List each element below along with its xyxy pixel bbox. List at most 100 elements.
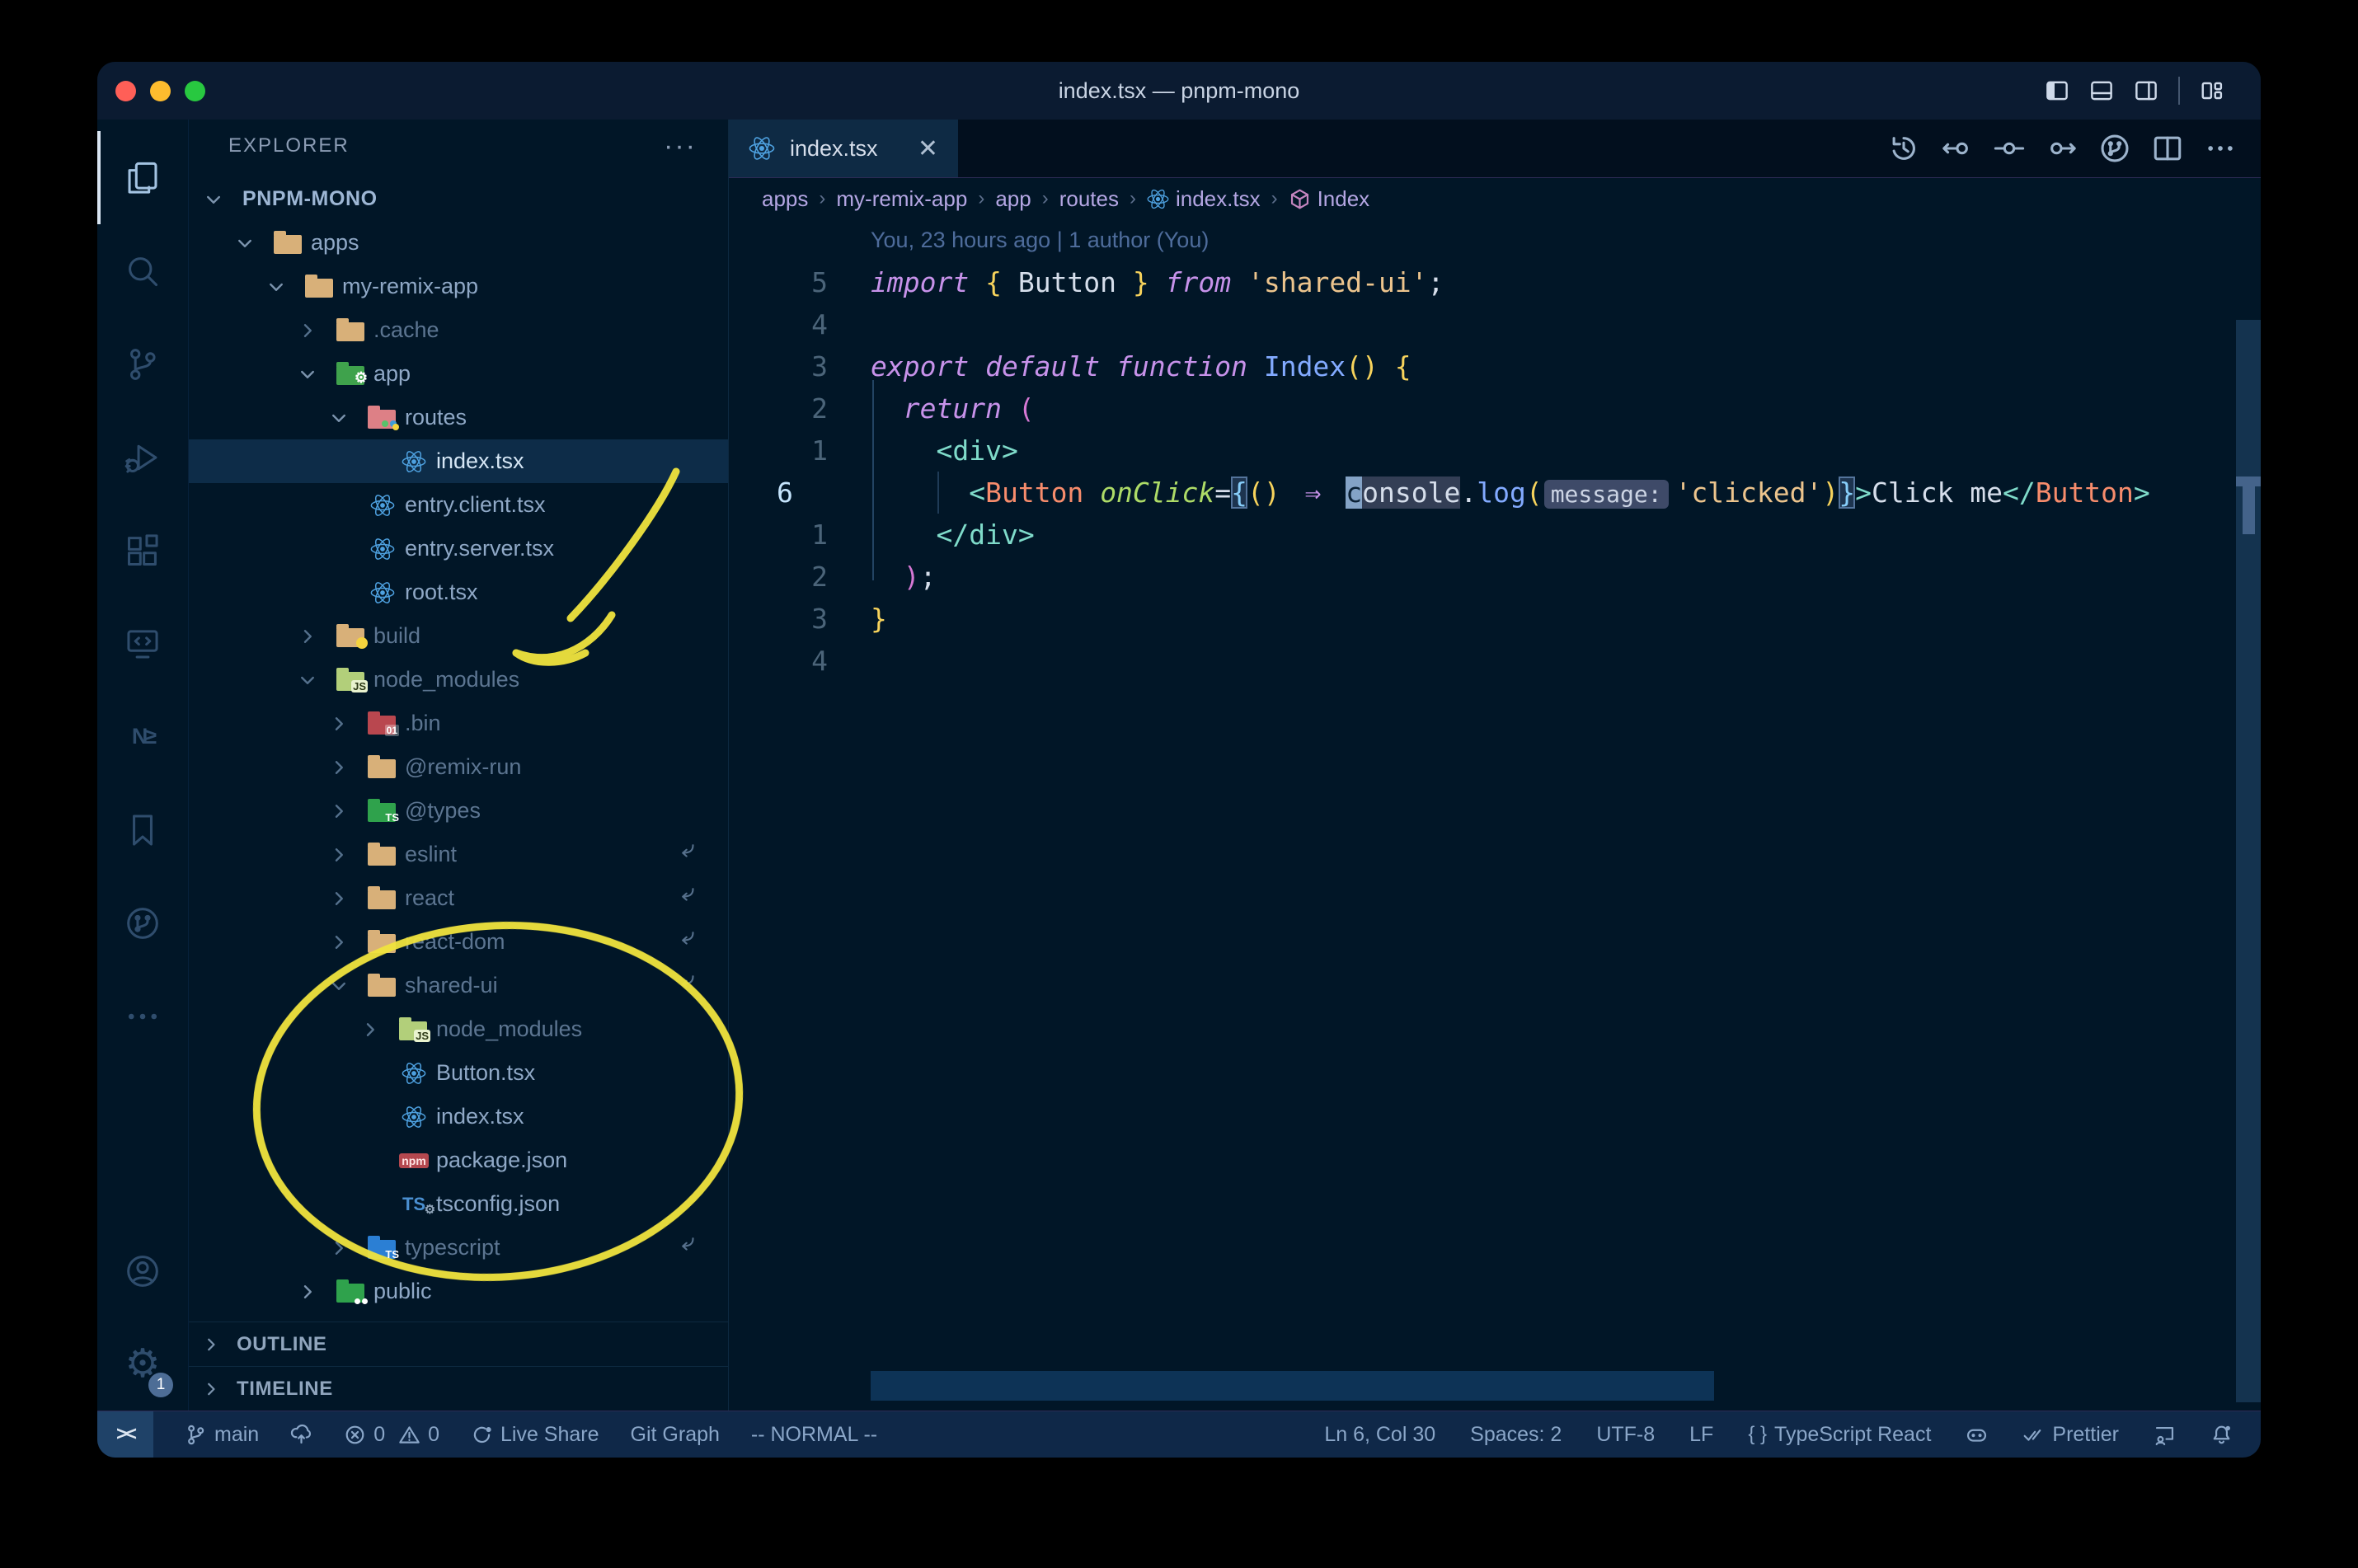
status-feedback[interactable] — [2154, 1424, 2176, 1446]
activity-item-more-views[interactable] — [97, 969, 188, 1063]
tree-item-shared-ui[interactable]: shared-ui — [189, 964, 728, 1007]
activity-item-bookmarks[interactable] — [97, 783, 188, 876]
more-icon[interactable] — [2205, 133, 2236, 164]
tree-item-index-tsx[interactable]: index.tsx — [189, 439, 728, 483]
status-git-graph[interactable]: Git Graph — [631, 1423, 720, 1447]
status-language[interactable]: { } TypeScript React — [1748, 1423, 1931, 1447]
chevron-down-icon[interactable] — [329, 408, 368, 428]
status-prettier[interactable]: Prettier — [2022, 1423, 2119, 1447]
activity-item-source-control[interactable] — [97, 317, 188, 411]
tree-item-build[interactable]: build — [189, 614, 728, 658]
chevron-right-icon[interactable] — [329, 932, 368, 952]
history-icon[interactable] — [1888, 133, 1919, 164]
tree-item-typescript[interactable]: TS typescript — [189, 1226, 728, 1270]
tree-item-package-json[interactable]: npm package.json — [189, 1138, 728, 1182]
chevron-down-icon[interactable] — [329, 976, 368, 996]
activity-item-git-graph[interactable] — [97, 876, 188, 969]
code-line[interactable]: 3 export default function Index() { — [729, 345, 2261, 387]
code-line[interactable]: 6 <Button onClick={() ⇒ console.log(mess… — [729, 472, 2261, 514]
breadcrumb-item-app[interactable]: app — [995, 186, 1031, 212]
close-window-button[interactable] — [115, 80, 136, 101]
code-line[interactable]: 3} — [729, 598, 2261, 640]
horizontal-scrollbar[interactable] — [871, 1371, 1714, 1401]
chevron-down-icon[interactable] — [235, 233, 274, 253]
status-copilot[interactable] — [1966, 1424, 1988, 1446]
tree-item--remix-run[interactable]: @remix-run — [189, 745, 728, 789]
tree-item-public[interactable]: public — [189, 1270, 728, 1313]
tree-item-routes[interactable]: routes — [189, 396, 728, 439]
status-indentation[interactable]: Spaces: 2 — [1470, 1423, 1562, 1447]
tree-item-button-tsx[interactable]: Button.tsx — [189, 1051, 728, 1095]
status-errors[interactable]: 0 — [344, 1423, 385, 1447]
tab-close-icon[interactable]: ✕ — [918, 134, 938, 163]
tree-item-entry-server-tsx[interactable]: entry.server.tsx — [189, 527, 728, 570]
split-icon[interactable] — [2152, 133, 2183, 164]
chevron-down-icon[interactable] — [298, 670, 336, 690]
tree-item-react-dom[interactable]: react-dom — [189, 920, 728, 964]
activity-item-extensions[interactable] — [97, 504, 188, 597]
activity-item-search[interactable] — [97, 224, 188, 317]
explorer-more-actions-icon[interactable]: ··· — [664, 132, 697, 160]
activity-item-explorer[interactable] — [97, 131, 188, 224]
tree-item-apps[interactable]: apps — [189, 221, 728, 265]
vertical-scrollbar[interactable] — [2236, 320, 2261, 1402]
status-sync[interactable] — [290, 1424, 312, 1446]
chevron-right-icon[interactable] — [298, 1282, 336, 1302]
breadcrumb-item-index[interactable]: Index — [1289, 186, 1369, 212]
tree-item-app[interactable]: ⚙ app — [189, 352, 728, 396]
tree-item-eslint[interactable]: eslint — [189, 833, 728, 876]
status-cursor-position[interactable]: Ln 6, Col 30 — [1324, 1423, 1435, 1447]
chevron-right-icon[interactable] — [329, 714, 368, 734]
status-eol[interactable]: LF — [1689, 1423, 1713, 1447]
chevron-right-icon[interactable] — [298, 321, 336, 340]
code-line[interactable]: 2 ); — [729, 556, 2261, 598]
status-notifications[interactable] — [2210, 1424, 2233, 1446]
breadcrumb-item-index-tsx[interactable]: index.tsx — [1147, 186, 1261, 212]
status-encoding[interactable]: UTF-8 — [1596, 1423, 1655, 1447]
gitgraph-icon[interactable] — [2099, 133, 2130, 164]
breadcrumb-item-routes[interactable]: routes — [1059, 186, 1119, 212]
tree-item-index-tsx[interactable]: index.tsx — [189, 1095, 728, 1138]
tree-item-react[interactable]: react — [189, 876, 728, 920]
code-line[interactable]: 2 return ( — [729, 387, 2261, 430]
sidebar-section-timeline[interactable]: TIMELINE — [189, 1366, 728, 1411]
chevron-right-icon[interactable] — [329, 889, 368, 908]
tree-item--cache[interactable]: .cache — [189, 308, 728, 352]
tree-item-entry-client-tsx[interactable]: entry.client.tsx — [189, 483, 728, 527]
commit-fwd-icon[interactable] — [2046, 133, 2078, 164]
chevron-right-icon[interactable] — [329, 801, 368, 821]
status-branch[interactable]: main — [185, 1423, 259, 1447]
breadcrumb-item-my-remix-app[interactable]: my-remix-app — [836, 186, 967, 212]
layout-custom-icon[interactable] — [2200, 78, 2224, 103]
tab-index-tsx[interactable]: index.tsx ✕ — [729, 120, 958, 177]
chevron-right-icon[interactable] — [329, 1238, 368, 1258]
tree-item--bin[interactable]: 01 .bin — [189, 702, 728, 745]
tree-item-pnpm-mono[interactable]: PNPM-MONO — [189, 177, 728, 221]
tree-item--types[interactable]: TS @types — [189, 789, 728, 833]
chevron-right-icon[interactable] — [329, 845, 368, 865]
chevron-down-icon[interactable] — [266, 277, 305, 297]
code-line[interactable]: 5 import { Button } from 'shared-ui'; — [729, 261, 2261, 303]
code-line[interactable]: 1 <div> — [729, 430, 2261, 472]
status-vim-mode[interactable]: -- NORMAL -- — [751, 1423, 877, 1447]
tree-item-node-modules[interactable]: JS node_modules — [189, 1007, 728, 1051]
chevron-down-icon[interactable] — [204, 190, 242, 209]
code-line[interactable]: 4 — [729, 640, 2261, 682]
maximize-window-button[interactable] — [185, 80, 205, 101]
code-line[interactable]: You, 23 hours ago | 1 author (You) — [729, 219, 2261, 261]
activity-item-accounts[interactable] — [97, 1224, 188, 1317]
code-line[interactable]: 1 </div> — [729, 514, 2261, 556]
code-line[interactable]: 4 — [729, 303, 2261, 345]
sidebar-section-outline[interactable]: OUTLINE — [189, 1322, 728, 1366]
remote-indicator[interactable]: >< — [97, 1411, 153, 1458]
commit-back-icon[interactable] — [1941, 133, 1972, 164]
commit-icon[interactable] — [1994, 133, 2025, 164]
code-editor[interactable]: You, 23 hours ago | 1 author (You) 5 impor… — [729, 219, 2261, 1411]
tree-item-root-tsx[interactable]: root.tsx — [189, 570, 728, 614]
activity-item-remote-explorer[interactable] — [97, 597, 188, 690]
minimize-window-button[interactable] — [150, 80, 171, 101]
breadcrumb-item-apps[interactable]: apps — [762, 186, 808, 212]
chevron-right-icon[interactable] — [360, 1020, 399, 1040]
status-problems[interactable]: 00 — [344, 1423, 439, 1447]
layout-sidebar-left-icon[interactable] — [2045, 78, 2069, 103]
